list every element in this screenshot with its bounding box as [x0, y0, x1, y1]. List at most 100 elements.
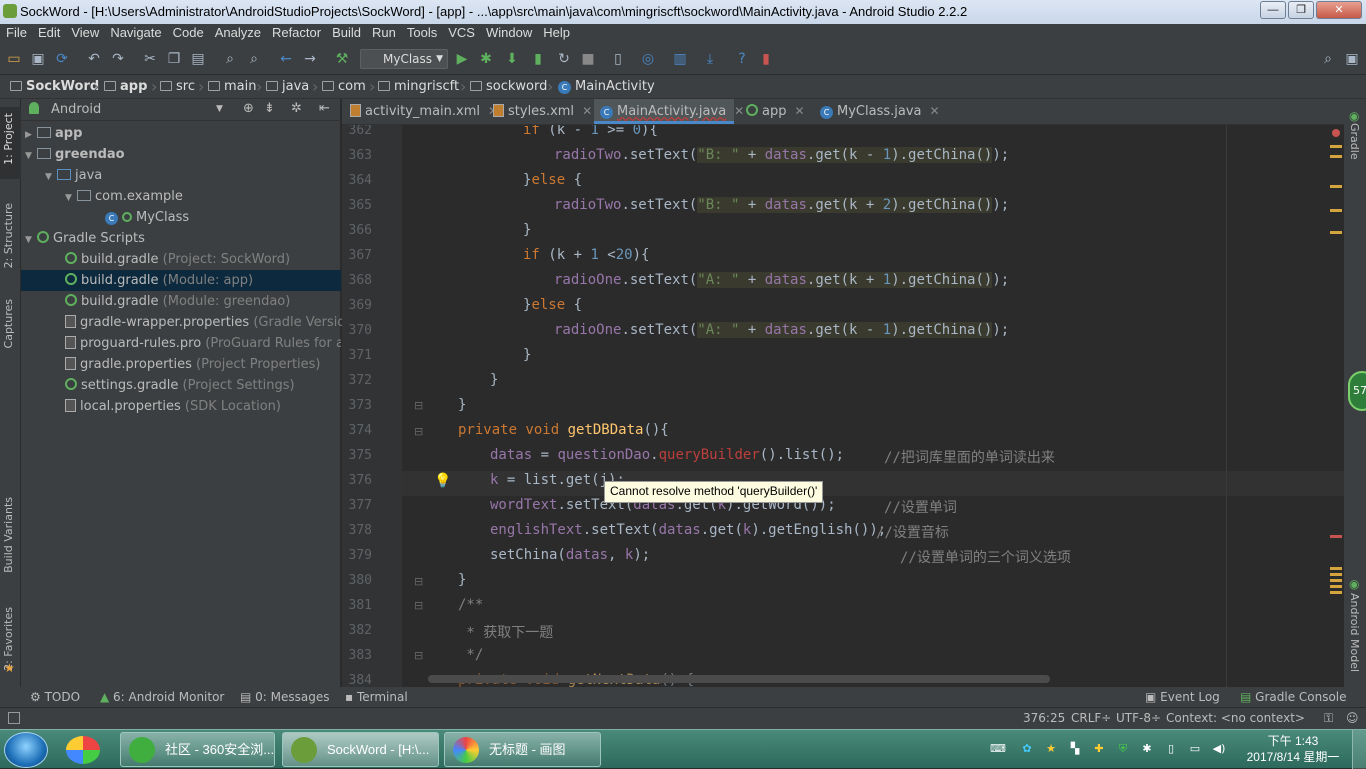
close-tab-icon[interactable]: ✕	[582, 104, 592, 118]
tool-tab-gradle[interactable]: Gradle	[1348, 123, 1361, 160]
taskbar-item-browser[interactable]: 社区 - 360安全浏...	[120, 732, 275, 767]
warning-marker[interactable]	[1330, 573, 1342, 576]
run-configuration-select[interactable]: MyClass ▼	[360, 49, 448, 69]
crumb-mainactivity[interactable]: C MainActivity	[558, 79, 655, 94]
device-icon[interactable]: ▯	[1164, 742, 1178, 756]
menu-tools[interactable]: Tools	[401, 24, 442, 40]
crumb-com[interactable]: com	[322, 79, 366, 94]
warning-marker[interactable]	[1330, 145, 1342, 148]
tool-tab-messages[interactable]: ▤ 0: Messages	[240, 690, 330, 704]
lightbulb-icon[interactable]: 💡	[434, 473, 451, 489]
collapse-arrow-icon[interactable]: ▼	[25, 146, 37, 167]
taskbar-item-paint[interactable]: 无标题 - 画图	[444, 732, 601, 767]
tool-tab-gradle-console[interactable]: ▤ Gradle Console	[1240, 690, 1347, 704]
keyboard-icon[interactable]: ⌨	[990, 742, 1006, 756]
tab-app[interactable]: app ✕	[740, 99, 810, 124]
error-marker[interactable]	[1330, 535, 1342, 538]
file-encoding[interactable]: UTF-8÷	[1116, 711, 1161, 725]
project-view-select[interactable]: Android	[51, 102, 101, 117]
tool-tab-terminal[interactable]: ▪ Terminal	[345, 690, 408, 704]
tool-tab-captures[interactable]: Captures	[2, 299, 15, 348]
warning-marker[interactable]	[1330, 231, 1342, 234]
fold-marker-icon[interactable]: ⊟	[414, 649, 423, 662]
fold-marker-icon[interactable]: ⊟	[414, 575, 423, 588]
expand-arrow-icon[interactable]: ▶	[25, 125, 37, 146]
menu-view[interactable]: View	[65, 24, 104, 40]
tab-mainactivity-java[interactable]: C MainActivity.java ✕	[594, 99, 744, 124]
chevron-down-icon[interactable]: ▼	[216, 104, 223, 114]
menu-window[interactable]: Window	[480, 24, 537, 40]
tree-item-myclass[interactable]: C MyClass	[105, 207, 189, 228]
tool-tab-android-monitor[interactable]: ▲ 6: Android Monitor	[100, 690, 224, 704]
crumb-src[interactable]: src	[160, 79, 195, 94]
sdk-manager-icon[interactable]: ⤓	[702, 51, 718, 67]
tree-item-proguard[interactable]: proguard-rules.pro (ProGuard Rules for a…	[65, 333, 341, 354]
shield-icon[interactable]: ⛨	[1116, 742, 1130, 756]
project-structure-icon[interactable]: ▥	[672, 51, 688, 67]
monitor-icon[interactable]: ▭	[1188, 742, 1202, 756]
help-icon[interactable]: ?	[734, 51, 750, 67]
tool-tab-event-log[interactable]: ▣ Event Log	[1145, 690, 1220, 704]
start-button[interactable]	[4, 732, 48, 768]
crumb-main[interactable]: main	[208, 79, 256, 94]
menu-help[interactable]: Help	[537, 24, 575, 40]
redo-icon[interactable]: ↷	[110, 51, 126, 67]
tree-item-build-gradle-greendao[interactable]: build.gradle (Module: greendao)	[65, 291, 290, 312]
tab-activity-main-xml[interactable]: activity_main.xml✕	[344, 99, 498, 124]
tool-tab-structure[interactable]: 2: Structure	[2, 203, 15, 268]
menu-navigate[interactable]: Navigate	[104, 24, 166, 40]
warning-marker[interactable]	[1330, 155, 1342, 158]
warning-marker[interactable]	[1330, 579, 1342, 582]
minimize-button[interactable]: —	[1260, 1, 1286, 19]
scroll-from-source-icon[interactable]: ⊕	[243, 101, 254, 116]
crumb-sockword[interactable]: sockword	[470, 79, 547, 94]
search-everywhere-icon[interactable]: ⌕	[1320, 51, 1336, 67]
back-icon[interactable]: ←	[278, 51, 294, 67]
replace-icon[interactable]: ⌕	[246, 51, 262, 67]
tool-tab-todo[interactable]: ⚙ TODO	[30, 690, 80, 704]
close-tab-icon[interactable]: ✕	[929, 104, 939, 118]
copy-icon[interactable]: ❐	[166, 51, 182, 67]
pinned-app-icon[interactable]	[66, 736, 100, 764]
code-editor[interactable]: 362 363 364 365 366 367 368 369 370 371 …	[342, 125, 1344, 687]
undo-icon[interactable]: ↶	[86, 51, 102, 67]
close-button[interactable]: ✕	[1316, 1, 1362, 19]
security-icon[interactable]: ✚	[1092, 742, 1106, 756]
sync-gradle-icon[interactable]: ◎	[640, 51, 656, 67]
volume-icon[interactable]: ◀)	[1212, 742, 1226, 756]
maximize-button[interactable]: ❐	[1288, 1, 1314, 19]
tool-tab-android-model[interactable]: Android Model	[1348, 593, 1361, 672]
warning-marker[interactable]	[1330, 209, 1342, 212]
collapse-arrow-icon[interactable]: ▼	[65, 188, 77, 209]
profile-icon[interactable]: ▮	[530, 51, 546, 67]
android-device-monitor-icon[interactable]: ▮	[758, 51, 774, 67]
collapse-arrow-icon[interactable]: ▼	[45, 167, 57, 188]
warning-marker[interactable]	[1330, 585, 1342, 588]
avd-manager-icon[interactable]: ▯	[610, 51, 626, 67]
paste-icon[interactable]: ▤	[190, 51, 206, 67]
crumb-app[interactable]: app	[104, 79, 147, 94]
tool-tab-build-variants[interactable]: Build Variants	[2, 497, 15, 573]
forward-icon[interactable]: →	[302, 51, 318, 67]
attach-debugger-icon[interactable]: ⬇	[504, 51, 520, 67]
tool-tab-project[interactable]: 1: Project	[2, 113, 15, 165]
fold-marker-icon[interactable]: ⊟	[414, 425, 423, 438]
run-icon[interactable]: ▶	[454, 51, 470, 67]
crumb-mingriscft[interactable]: mingriscft	[378, 79, 459, 94]
warning-marker[interactable]	[1330, 591, 1342, 594]
tree-item-com-example[interactable]: ▼ com.example	[65, 186, 183, 207]
tree-item-build-gradle-project[interactable]: build.gradle (Project: SockWord)	[65, 249, 290, 270]
cut-icon[interactable]: ✂	[142, 51, 158, 67]
tree-item-gradle-properties[interactable]: gradle.properties (Project Properties)	[65, 354, 321, 375]
warning-marker[interactable]	[1330, 185, 1342, 188]
collapse-all-icon[interactable]: ⇟	[264, 101, 275, 116]
tree-item-gradle-scripts[interactable]: ▼ Gradle Scripts	[25, 228, 145, 249]
taskbar-item-android-studio[interactable]: SockWord - [H:\...	[282, 732, 439, 767]
debug-icon[interactable]: ✱	[478, 51, 494, 67]
horizontal-scrollbar[interactable]	[428, 675, 1050, 683]
collapse-arrow-icon[interactable]: ▼	[25, 230, 37, 251]
input-method-icon[interactable]: ✿	[1020, 742, 1034, 756]
make-project-icon[interactable]: ⚒	[334, 51, 350, 67]
find-icon[interactable]: ⌕	[222, 51, 238, 67]
stop-icon[interactable]: ■	[580, 51, 596, 67]
